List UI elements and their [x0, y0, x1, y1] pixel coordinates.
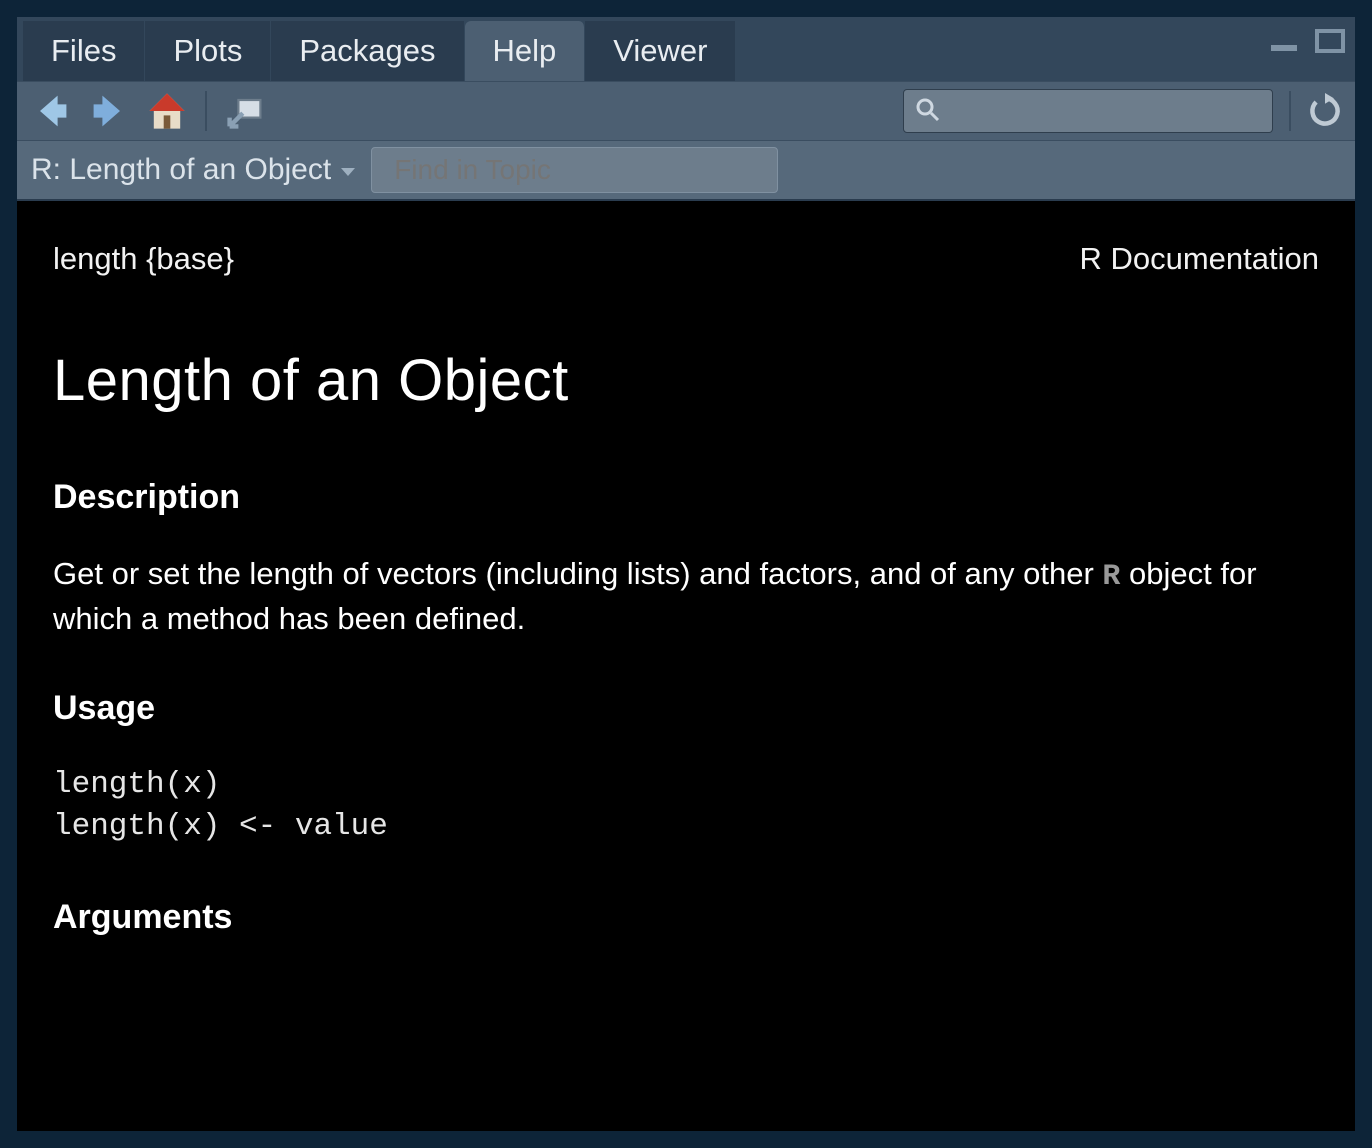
popout-icon[interactable] — [223, 89, 267, 133]
tab-label: Files — [51, 33, 116, 69]
section-heading-arguments: Arguments — [53, 898, 1319, 937]
maximize-pane-icon[interactable] — [1313, 27, 1347, 55]
tab-packages[interactable]: Packages — [271, 21, 464, 81]
r-glyph: R — [1102, 560, 1120, 594]
help-breadcrumb: R: Length of an Object — [17, 141, 1355, 201]
minimize-pane-icon[interactable] — [1267, 27, 1301, 55]
refresh-icon[interactable] — [1307, 93, 1343, 129]
tab-label: Packages — [299, 33, 435, 69]
tab-label: Help — [493, 33, 557, 69]
breadcrumb-title[interactable]: R: Length of an Object — [31, 153, 355, 187]
separator — [1289, 91, 1291, 131]
page-title: Length of an Object — [53, 347, 1319, 414]
find-in-topic-input[interactable] — [371, 147, 778, 193]
tab-files[interactable]: Files — [23, 21, 145, 81]
section-heading-usage: Usage — [53, 689, 1319, 728]
tab-help[interactable]: Help — [465, 21, 586, 81]
tab-label: Viewer — [613, 33, 707, 69]
search-icon — [914, 96, 940, 127]
chevron-down-icon — [341, 168, 355, 176]
breadcrumb-label: R: Length of an Object — [31, 153, 331, 187]
help-search-input[interactable] — [948, 97, 1262, 125]
tab-label: Plots — [173, 33, 242, 69]
pane-tabs: Files Plots Packages Help Viewer — [17, 17, 1355, 81]
doc-source-label: R Documentation — [1079, 241, 1319, 277]
description-text: Get or set the length of vectors (includ… — [53, 553, 1319, 639]
usage-code: length(x) length(x) <- value — [53, 764, 1319, 848]
help-content: length {base} R Documentation Length of … — [17, 201, 1355, 1131]
help-toolbar — [17, 81, 1355, 141]
help-search-box[interactable] — [903, 89, 1273, 133]
separator — [205, 91, 207, 131]
tab-viewer[interactable]: Viewer — [585, 21, 736, 81]
topic-tag: length {base} — [53, 241, 234, 277]
home-icon[interactable] — [145, 89, 189, 133]
tab-plots[interactable]: Plots — [145, 21, 271, 81]
back-icon[interactable] — [29, 89, 73, 133]
forward-icon[interactable] — [87, 89, 131, 133]
section-heading-description: Description — [53, 478, 1319, 517]
